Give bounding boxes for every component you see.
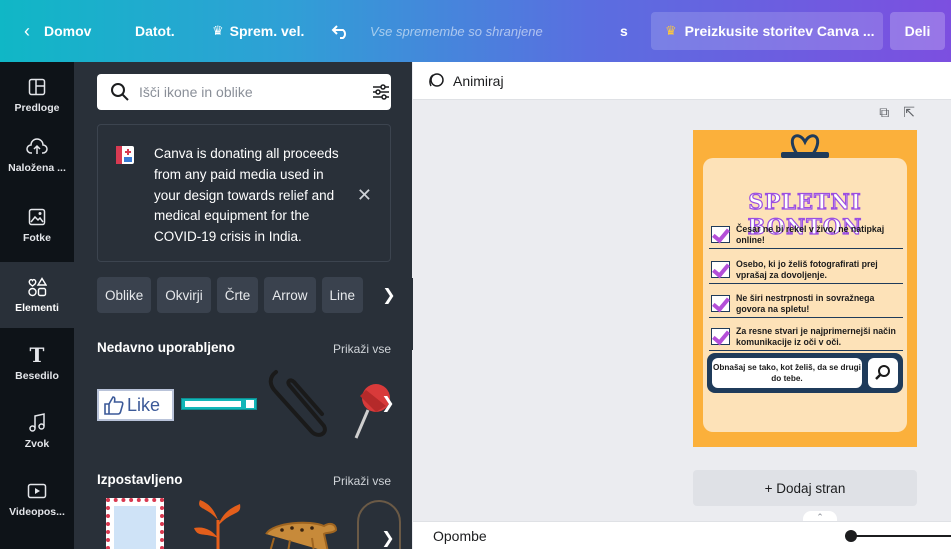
rule-text: Česar ne bi rekel v živo, ne natipkaj on… <box>736 224 885 245</box>
top-bar: ‹ Domov Datot. ♛ Sprem. vel. Vse spremem… <box>0 0 951 62</box>
chip-line[interactable]: Line <box>321 277 364 313</box>
notes-bar: Opombe <box>413 521 951 549</box>
elements-icon <box>27 276 47 298</box>
close-icon[interactable]: ✕ <box>357 185 372 206</box>
notes-label[interactable]: Opombe <box>433 528 487 544</box>
red-cross-icon <box>116 146 134 164</box>
like-button-element[interactable]: Like <box>97 389 174 421</box>
file-menu-label: Datot. <box>135 23 175 39</box>
chip-lines[interactable]: Črte <box>216 277 259 313</box>
resize-label: Sprem. vel. <box>229 23 305 39</box>
page-actions: ⧉ ⇱ <box>865 104 915 121</box>
thumbs-up-icon <box>104 396 124 415</box>
resize-button[interactable]: ♛ Sprem. vel. <box>212 0 304 62</box>
save-status: Vse spremembe so shranjene <box>370 23 543 39</box>
search-icon <box>868 358 898 388</box>
design-search-text: Obnašaj se tako, kot želiš, da se drugi … <box>712 358 862 388</box>
featured-see-all-link[interactable]: Prikaži vse <box>333 474 391 488</box>
home-button[interactable]: ‹ Domov <box>24 0 91 62</box>
rail-label: Elementi <box>15 302 59 314</box>
rail-item-audio[interactable]: Zvok <box>0 398 74 464</box>
featured-title: Izpostavljeno <box>97 472 183 487</box>
rule-item[interactable]: Česar ne bi rekel v živo, ne natipkaj on… <box>709 222 903 249</box>
animate-label: Animiraj <box>453 72 504 89</box>
file-menu-button[interactable]: Datot. <box>135 0 175 62</box>
covid-notice: Canva is donating all proceeds from any … <box>97 124 391 262</box>
rail-item-templates[interactable]: Predloge <box>0 62 74 128</box>
templates-icon <box>28 76 46 98</box>
chip-shapes[interactable]: Oblike <box>97 277 152 313</box>
rail-item-elements[interactable]: Elementi <box>0 262 74 328</box>
home-label: Domov <box>44 23 92 39</box>
search-input[interactable] <box>139 84 359 100</box>
video-icon <box>27 480 47 502</box>
rule-text: Ne širi nestrpnosti in sovražnega govora… <box>736 293 875 314</box>
featured-next-button[interactable]: ❯ <box>376 524 400 549</box>
checkmark-icon <box>711 328 730 345</box>
user-initial-button[interactable]: s <box>620 0 628 62</box>
recent-see-all-link[interactable]: Prikaži vse <box>333 342 391 356</box>
rail-item-uploads[interactable]: Naložena ... <box>0 122 74 188</box>
text-icon: T <box>29 343 45 367</box>
side-rail: Predloge Naložena ... Fotke Elementi T B… <box>0 62 74 549</box>
rail-label: Fotke <box>22 232 51 244</box>
crown-icon: ♛ <box>212 23 224 38</box>
leopard-icon[interactable] <box>260 514 340 549</box>
chip-arrow[interactable]: Arrow <box>264 277 316 313</box>
upgrade-label: Preizkusite storitev Canva ... <box>684 23 875 39</box>
editor-toolbar: Animiraj <box>413 62 951 100</box>
duplicate-page-icon[interactable]: ⧉ <box>879 104 889 121</box>
rule-text: Osebo, ki jo želiš fotografirati prej vp… <box>736 259 878 280</box>
animate-icon <box>429 72 444 87</box>
rail-label: Videopos... <box>9 506 65 518</box>
search-bar <box>97 74 391 110</box>
category-chips: Oblike Okvirji Črte Arrow Line <box>97 277 369 313</box>
search-bar-element[interactable] <box>181 398 257 410</box>
elements-panel: Canva is donating all proceeds from any … <box>74 62 412 549</box>
frame-element[interactable] <box>106 498 164 549</box>
animate-button[interactable]: Animiraj <box>427 72 504 90</box>
undo-button[interactable] <box>331 0 351 62</box>
design-page[interactable]: SPLETNI BONTON Česar ne bi rekel v živo,… <box>693 130 917 447</box>
crown-icon: ♛ <box>665 23 677 38</box>
rail-label: Zvok <box>24 438 50 450</box>
flower-plant-icon[interactable] <box>188 498 248 549</box>
recent-next-button[interactable]: ❯ <box>376 389 400 417</box>
search-icon <box>246 400 254 408</box>
add-page-icon[interactable]: ⇱ <box>903 104 915 121</box>
rail-item-video[interactable]: Videopos... <box>0 466 74 532</box>
chevron-right-icon[interactable]: ❯ <box>376 277 402 313</box>
rail-item-photos[interactable]: Fotke <box>0 192 74 258</box>
rail-label: Predloge <box>14 102 60 114</box>
chevron-left-icon: ‹ <box>24 20 30 41</box>
share-button[interactable]: Deli <box>890 12 945 50</box>
zoom-slider-handle[interactable] <box>845 530 857 542</box>
paperclip-icon[interactable] <box>264 364 334 444</box>
chip-frames[interactable]: Okvirji <box>157 277 211 313</box>
rule-item[interactable]: Za resne stvari je najprimernejši način … <box>709 324 903 351</box>
design-search-graphic[interactable]: Obnašaj se tako, kot želiš, da se drugi … <box>707 353 903 393</box>
music-note-icon <box>28 412 46 434</box>
design-content: SPLETNI BONTON Česar ne bi rekel v živo,… <box>703 158 907 432</box>
upgrade-button[interactable]: ♛ Preizkusite storitev Canva ... <box>651 12 883 50</box>
add-page-button[interactable]: + Dodaj stran <box>693 470 917 506</box>
checkmark-icon <box>711 226 730 243</box>
rail-label: Naložena ... <box>8 162 66 174</box>
notice-text: Canva is donating all proceeds from any … <box>154 146 339 245</box>
checkmark-icon <box>711 261 730 278</box>
rule-item[interactable]: Osebo, ki jo želiš fotografirati prej vp… <box>709 257 903 284</box>
rail-item-text[interactable]: T Besedilo <box>0 330 74 396</box>
like-text: Like <box>127 394 161 415</box>
checkmark-icon <box>711 295 730 312</box>
search-icon <box>111 83 129 101</box>
zoom-slider-track[interactable] <box>853 535 951 537</box>
rail-label: Besedilo <box>15 370 59 382</box>
rule-text: Za resne stvari je najprimernejši način … <box>736 326 896 347</box>
rule-item[interactable]: Ne širi nestrpnosti in sovražnega govora… <box>709 291 903 318</box>
upload-cloud-icon <box>26 136 48 158</box>
undo-icon <box>331 25 346 39</box>
photo-icon <box>28 206 46 228</box>
filter-icon[interactable] <box>371 82 391 102</box>
recent-title: Nedavno uporabljeno <box>97 340 236 355</box>
